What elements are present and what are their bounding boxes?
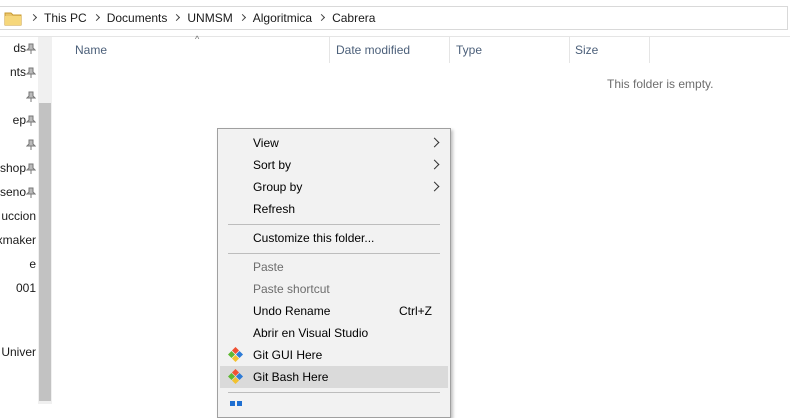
menu-item-customize-folder[interactable]: Customize this folder...	[220, 227, 448, 249]
nav-item[interactable]: xmaker	[0, 229, 38, 253]
pin-icon	[26, 187, 36, 198]
pin-icon	[26, 43, 36, 54]
column-divider[interactable]	[569, 37, 570, 63]
nav-item-label: ds	[13, 41, 26, 55]
column-header-type[interactable]: Type	[456, 37, 482, 63]
menu-item-label: Abrir en Visual Studio	[253, 326, 369, 340]
menu-item-label: Paste	[253, 260, 284, 274]
menu-item-label: Group by	[253, 180, 303, 194]
menu-item-paste-shortcut: Paste shortcut	[220, 278, 448, 300]
menu-item-paste: Paste	[220, 256, 448, 278]
nav-item-label: 001	[15, 281, 36, 295]
nav-item[interactable]: uccion	[0, 205, 38, 229]
nav-item-label: xmaker	[0, 233, 36, 247]
address-bar: This PC Documents UNMSM Algoritmica Cabr…	[0, 0, 790, 37]
breadcrumb-documents[interactable]: Documents	[105, 7, 170, 29]
blue-app-icon	[230, 401, 242, 406]
nav-item-label: ep	[12, 113, 26, 127]
nav-item[interactable]: shop	[0, 157, 38, 181]
nav-item[interactable]: Univer	[0, 341, 38, 365]
breadcrumb-chevron-icon[interactable]	[89, 7, 105, 29]
navigation-pane: ds nts ep shop seno uccion xmaker e 001 …	[0, 37, 54, 404]
nav-item[interactable]: e	[0, 253, 38, 277]
nav-item-label: Univer	[1, 345, 36, 359]
menu-item-refresh[interactable]: Refresh	[220, 198, 448, 220]
sort-ascending-icon: ^	[195, 34, 200, 44]
column-header-date-modified[interactable]: Date modified	[336, 37, 410, 63]
menu-item-label: Git GUI Here	[253, 348, 323, 362]
nav-item-label: seno	[0, 185, 26, 199]
nav-scrollbar[interactable]	[38, 37, 52, 404]
address-input[interactable]: This PC Documents UNMSM Algoritmica Cabr…	[0, 6, 788, 30]
pin-icon	[26, 163, 36, 174]
submenu-arrow-icon	[429, 137, 440, 148]
menu-item-label: Refresh	[253, 202, 296, 216]
menu-item-label: Git Bash Here	[253, 370, 329, 384]
nav-item-label: shop	[0, 161, 26, 175]
nav-item[interactable]	[0, 301, 38, 325]
column-divider[interactable]	[329, 37, 330, 63]
menu-item-open-visual-studio[interactable]: Abrir en Visual Studio	[220, 322, 448, 344]
pin-icon	[26, 139, 36, 150]
menu-item-label: Paste shortcut	[253, 282, 330, 296]
submenu-arrow-icon	[429, 181, 440, 192]
menu-item-git-gui[interactable]: Git GUI Here	[220, 344, 448, 366]
breadcrumb: This PC Documents UNMSM Algoritmica Cabr…	[26, 7, 377, 29]
nav-item-label: uccion	[1, 209, 36, 223]
nav-item-label: nts	[9, 65, 26, 79]
pin-icon	[26, 91, 36, 102]
nav-item[interactable]: 001	[0, 277, 38, 301]
git-diamond-icon	[228, 347, 244, 363]
breadcrumb-this-pc[interactable]: This PC	[42, 7, 89, 29]
menu-separator	[228, 224, 440, 225]
nav-item[interactable]	[0, 133, 38, 157]
folder-icon	[4, 12, 22, 26]
menu-item-label: View	[253, 136, 279, 150]
nav-item[interactable]: nts	[0, 61, 38, 85]
menu-separator	[228, 253, 440, 254]
breadcrumb-cabrera[interactable]: Cabrera	[330, 7, 377, 29]
nav-item[interactable]: ep	[0, 109, 38, 133]
nav-item-label: e	[29, 257, 36, 271]
nav-item[interactable]	[0, 85, 38, 109]
column-headers: ^ Name Date modified Type Size	[56, 34, 790, 63]
menu-item-label: Undo Rename	[253, 304, 331, 318]
breadcrumb-chevron-icon[interactable]	[169, 7, 185, 29]
nav-item[interactable]: ds	[0, 37, 38, 61]
menu-item-label: Customize this folder...	[253, 231, 375, 245]
submenu-arrow-icon	[429, 159, 440, 170]
nav-item[interactable]: seno	[0, 181, 38, 205]
keyboard-shortcut: Ctrl+Z	[399, 304, 432, 318]
menu-item-git-bash[interactable]: Git Bash Here	[220, 366, 448, 388]
breadcrumb-chevron-icon[interactable]	[314, 7, 330, 29]
column-divider[interactable]	[449, 37, 450, 63]
breadcrumb-algoritmica[interactable]: Algoritmica	[251, 7, 314, 29]
breadcrumb-chevron-icon[interactable]	[235, 7, 251, 29]
menu-item-undo-rename[interactable]: Undo Rename Ctrl+Z	[220, 300, 448, 322]
breadcrumb-chevron-icon[interactable]	[26, 7, 42, 29]
menu-item-partial[interactable]	[220, 395, 448, 417]
menu-item-group-by[interactable]: Group by	[220, 176, 448, 198]
git-diamond-icon	[228, 369, 244, 385]
empty-folder-message: This folder is empty.	[607, 77, 714, 91]
column-header-name[interactable]: Name	[75, 37, 107, 63]
menu-item-sort-by[interactable]: Sort by	[220, 154, 448, 176]
breadcrumb-unmsm[interactable]: UNMSM	[185, 7, 234, 29]
scrollbar-thumb[interactable]	[39, 103, 51, 401]
column-header-size[interactable]: Size	[575, 37, 598, 63]
menu-separator	[228, 392, 440, 393]
pin-icon	[26, 67, 36, 78]
menu-item-label: Sort by	[253, 158, 292, 172]
menu-item-view[interactable]: View	[220, 132, 448, 154]
context-menu: View Sort by Group by Refresh Customize …	[217, 128, 451, 418]
pin-icon	[26, 115, 36, 126]
column-divider[interactable]	[649, 37, 650, 63]
